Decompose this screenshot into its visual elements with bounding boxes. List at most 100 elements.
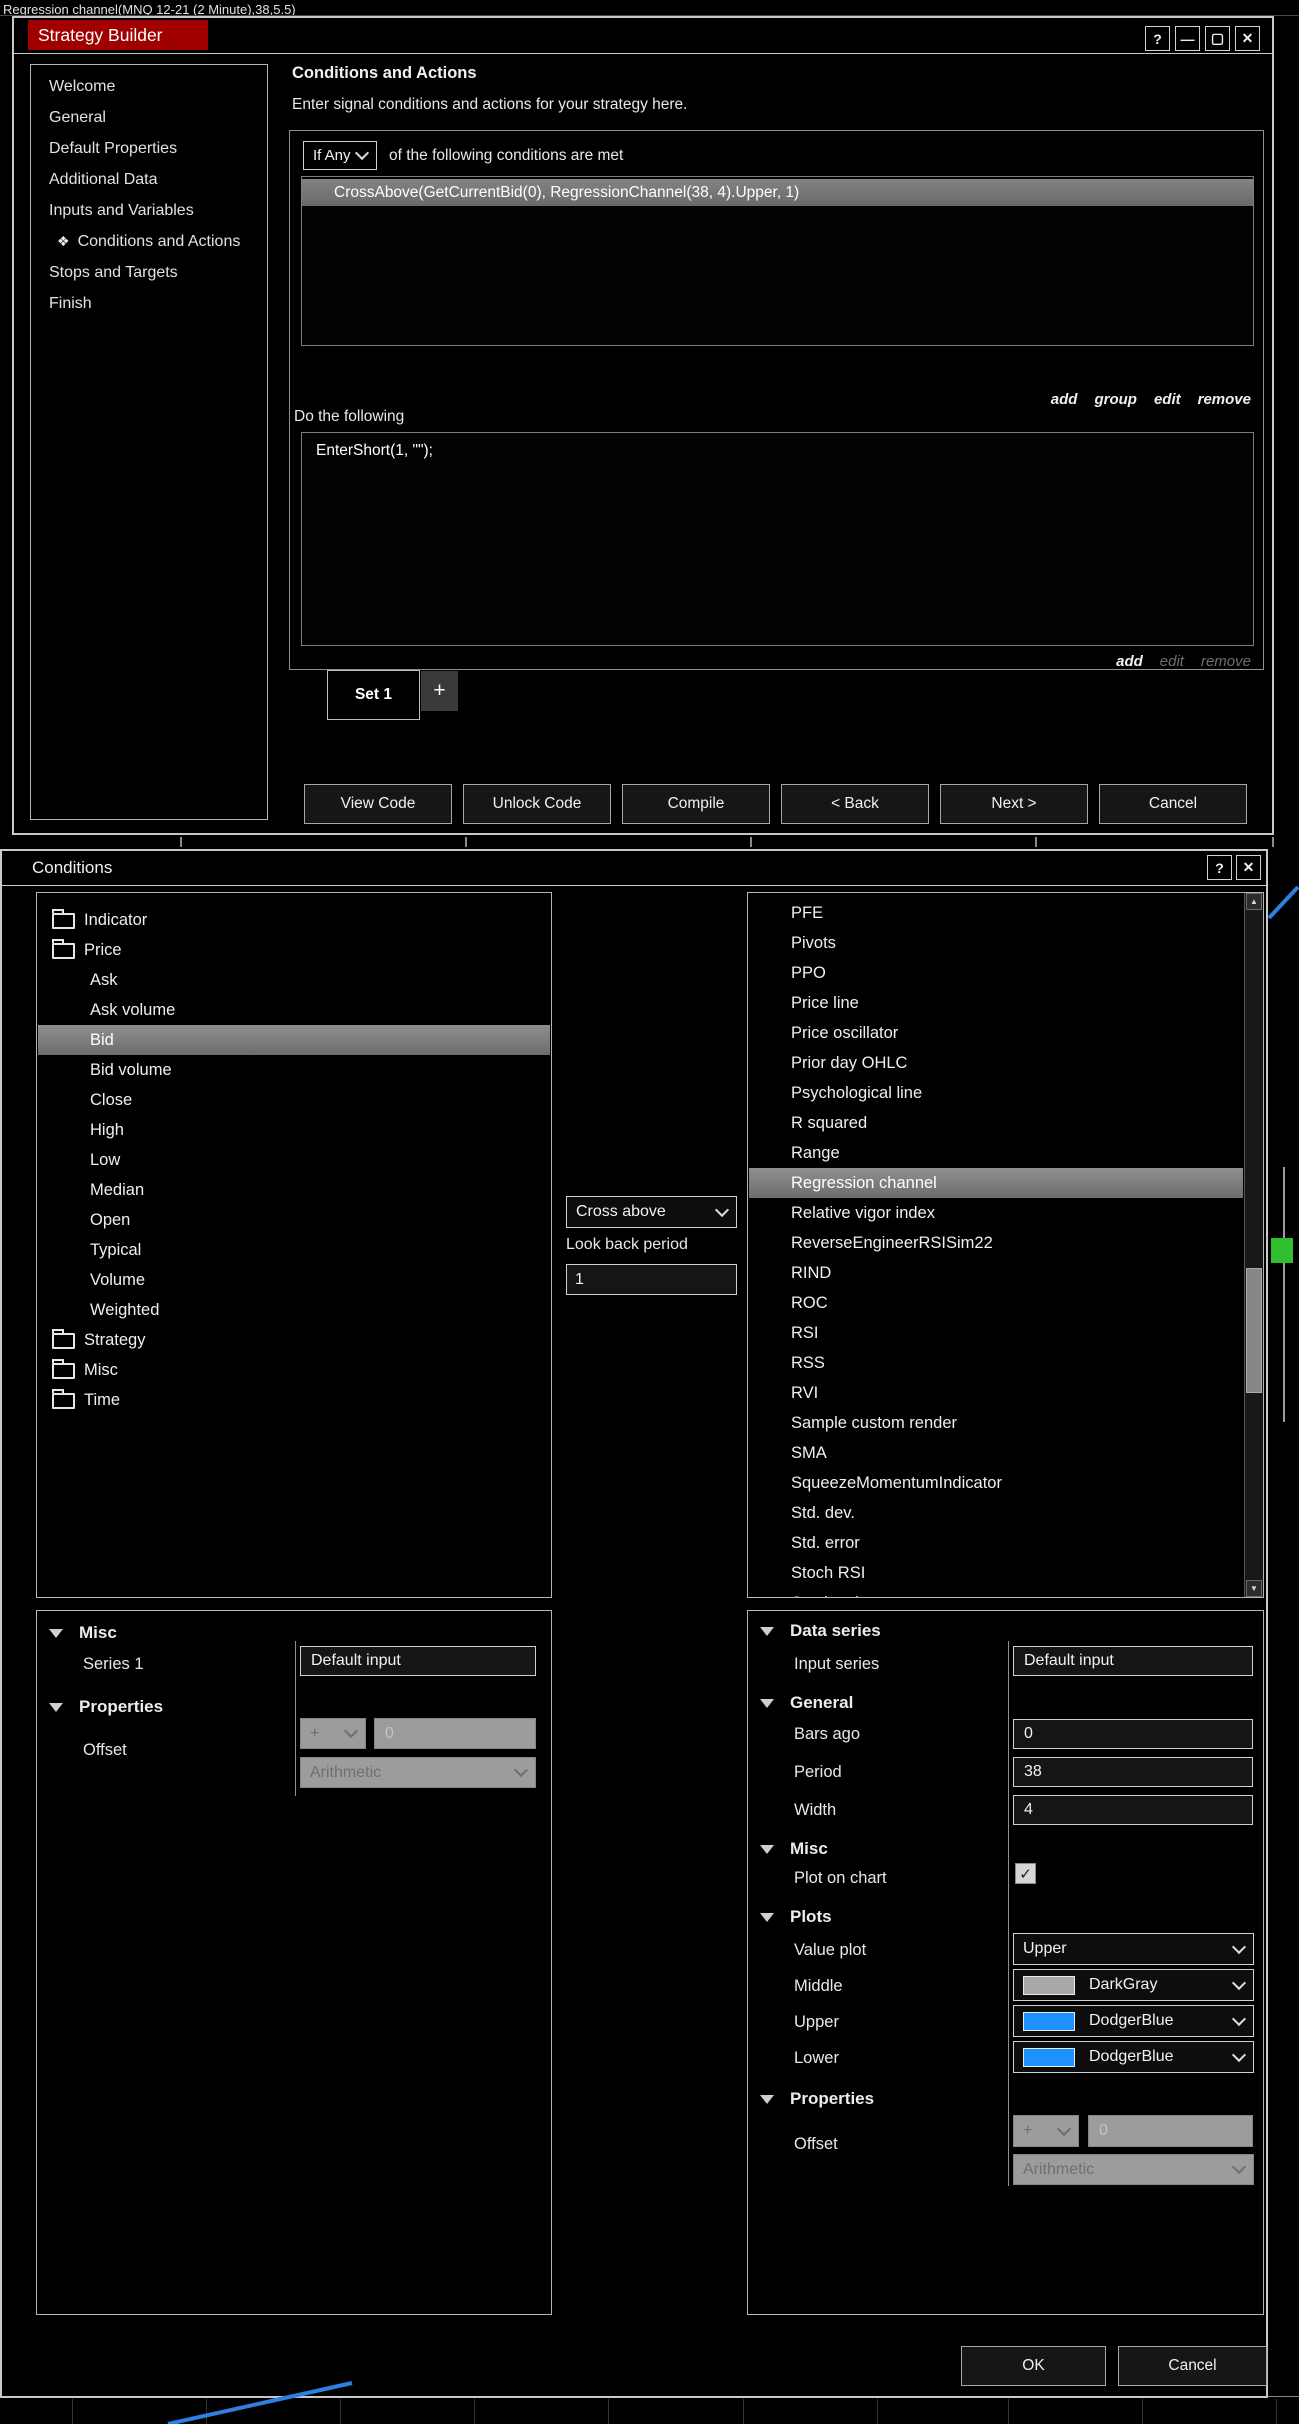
maximize-icon[interactable]: ▢ — [1205, 26, 1230, 51]
indicator-item-r-squared[interactable]: R squared — [749, 1108, 1243, 1138]
sidebar-item-stops-and-targets[interactable]: Stops and Targets — [31, 257, 267, 288]
back-button[interactable]: < Back — [781, 784, 929, 824]
view-code-button[interactable]: View Code — [304, 784, 452, 824]
sidebar-item-additional-data[interactable]: Additional Data — [31, 164, 267, 195]
period-input[interactable]: 38 — [1013, 1757, 1253, 1787]
tree-item-strategy[interactable]: Strategy — [38, 1325, 550, 1355]
value-plot-select[interactable]: Upper — [1013, 1933, 1254, 1965]
indicator-item-stoch-rsi[interactable]: Stoch RSI — [749, 1558, 1243, 1588]
indicator-item-price-line[interactable]: Price line — [749, 988, 1243, 1018]
operator-select[interactable]: Cross above — [566, 1196, 737, 1228]
compile-button[interactable]: Compile — [622, 784, 770, 824]
tree-item-bid-volume[interactable]: Bid volume — [38, 1055, 550, 1085]
tree-item-ask[interactable]: Ask — [38, 965, 550, 995]
indicator-item-price-oscillator[interactable]: Price oscillator — [749, 1018, 1243, 1048]
indicator-scrollbar[interactable]: ▲ ▼ — [1244, 893, 1263, 1597]
help-icon[interactable]: ? — [1207, 855, 1232, 880]
strategy-builder-titlebar[interactable]: Strategy Builder ? — ▢ ✕ — [14, 18, 1272, 54]
condition-row[interactable]: CrossAbove(GetCurrentBid(0), RegressionC… — [302, 179, 1253, 206]
plot-on-chart-checkbox[interactable]: ✓ — [1015, 1863, 1036, 1884]
scroll-up-icon[interactable]: ▲ — [1246, 893, 1262, 910]
series-1-input[interactable]: Default input — [300, 1646, 536, 1676]
sidebar-item-finish[interactable]: Finish — [31, 288, 267, 319]
indicator-item-rss[interactable]: RSS — [749, 1348, 1243, 1378]
sidebar-item-welcome[interactable]: Welcome — [31, 71, 267, 102]
indicator-item-rsi[interactable]: RSI — [749, 1318, 1243, 1348]
tree-item-time[interactable]: Time — [38, 1385, 550, 1415]
sidebar-item-conditions-and-actions[interactable]: ❖ Conditions and Actions — [31, 226, 267, 257]
tree-item-volume[interactable]: Volume — [38, 1265, 550, 1295]
tree-item-indicator[interactable]: Indicator — [38, 905, 550, 935]
bars-ago-input[interactable]: 0 — [1013, 1719, 1253, 1749]
condition-remove-link[interactable]: remove — [1198, 391, 1251, 408]
close-icon[interactable]: ✕ — [1236, 855, 1261, 880]
section-properties-right[interactable]: Properties — [760, 2089, 874, 2109]
add-set-tab-button[interactable]: + — [421, 671, 458, 711]
unlock-code-button[interactable]: Unlock Code — [463, 784, 611, 824]
indicator-item-psychological-line[interactable]: Psychological line — [749, 1078, 1243, 1108]
sidebar-item-general[interactable]: General — [31, 102, 267, 133]
condition-group-link[interactable]: group — [1094, 391, 1137, 408]
width-input[interactable]: 4 — [1013, 1795, 1253, 1825]
tree-item-high[interactable]: High — [38, 1115, 550, 1145]
close-icon[interactable]: ✕ — [1235, 26, 1260, 51]
section-properties[interactable]: Properties — [49, 1697, 163, 1717]
scroll-down-icon[interactable]: ▼ — [1246, 1580, 1262, 1597]
lower-color-select[interactable]: DodgerBlue — [1013, 2041, 1254, 2073]
condition-mode-select[interactable]: If Any — [303, 141, 377, 170]
help-icon[interactable]: ? — [1145, 26, 1170, 51]
tree-item-ask-volume[interactable]: Ask volume — [38, 995, 550, 1025]
tree-item-low[interactable]: Low — [38, 1145, 550, 1175]
indicator-item-stochastic[interactable]: Stochastic — [749, 1588, 1243, 1598]
cancel-button[interactable]: Cancel — [1099, 784, 1247, 824]
section-misc-right[interactable]: Misc — [760, 1839, 828, 1859]
tree-item-weighted[interactable]: Weighted — [38, 1295, 550, 1325]
indicator-item-pivots[interactable]: Pivots — [749, 928, 1243, 958]
next-button[interactable]: Next > — [940, 784, 1088, 824]
indicator-item-prior-day-ohlc[interactable]: Prior day OHLC — [749, 1048, 1243, 1078]
tree-item-price[interactable]: Price — [38, 935, 550, 965]
indicator-item-rind[interactable]: RIND — [749, 1258, 1243, 1288]
ok-button[interactable]: OK — [961, 2346, 1106, 2386]
section-data-series[interactable]: Data series — [760, 1621, 881, 1641]
section-general[interactable]: General — [760, 1693, 853, 1713]
tree-item-bid[interactable]: Bid — [38, 1025, 550, 1055]
upper-color-select[interactable]: DodgerBlue — [1013, 2005, 1254, 2037]
action-row[interactable]: EnterShort(1, ""); — [302, 433, 1253, 469]
indicator-item-squeezemomentumindicator[interactable]: SqueezeMomentumIndicator — [749, 1468, 1243, 1498]
indicator-item-pfe[interactable]: PFE — [749, 898, 1243, 928]
sidebar-item-default-properties[interactable]: Default Properties — [31, 133, 267, 164]
indicator-item-reverseengineerrsisim22[interactable]: ReverseEngineerRSISim22 — [749, 1228, 1243, 1258]
indicator-item-regression-channel[interactable]: Regression channel — [749, 1168, 1243, 1198]
condition-edit-link[interactable]: edit — [1154, 391, 1181, 408]
tree-item-median[interactable]: Median — [38, 1175, 550, 1205]
indicator-item-range[interactable]: Range — [749, 1138, 1243, 1168]
look-back-input[interactable]: 1 — [566, 1264, 737, 1295]
input-series-input[interactable]: Default input — [1013, 1646, 1253, 1676]
actions-list[interactable]: EnterShort(1, ""); — [301, 432, 1254, 646]
indicator-item-rvi[interactable]: RVI — [749, 1378, 1243, 1408]
indicator-item-sma[interactable]: SMA — [749, 1438, 1243, 1468]
indicator-item-std-error[interactable]: Std. error — [749, 1528, 1243, 1558]
sidebar-item-inputs-and-variables[interactable]: Inputs and Variables — [31, 195, 267, 226]
indicator-item-roc[interactable]: ROC — [749, 1288, 1243, 1318]
tab-set-1[interactable]: Set 1 — [327, 670, 420, 720]
conditions-list[interactable]: CrossAbove(GetCurrentBid(0), RegressionC… — [301, 176, 1254, 346]
indicator-item-relative-vigor-index[interactable]: Relative vigor index — [749, 1198, 1243, 1228]
tree-item-typical[interactable]: Typical — [38, 1235, 550, 1265]
section-misc[interactable]: Misc — [49, 1623, 117, 1643]
condition-add-link[interactable]: add — [1051, 391, 1078, 408]
conditions-dialog-titlebar[interactable]: Conditions ? ✕ — [2, 851, 1266, 886]
indicator-item-ppo[interactable]: PPO — [749, 958, 1243, 988]
indicator-item-std-dev[interactable]: Std. dev. — [749, 1498, 1243, 1528]
tree-item-close[interactable]: Close — [38, 1085, 550, 1115]
action-add-link[interactable]: add — [1116, 653, 1143, 670]
section-plots[interactable]: Plots — [760, 1907, 832, 1927]
minimize-icon[interactable]: — — [1175, 26, 1200, 51]
scrollbar-thumb[interactable] — [1246, 1268, 1262, 1393]
tree-item-open[interactable]: Open — [38, 1205, 550, 1235]
middle-color-select[interactable]: DarkGray — [1013, 1969, 1254, 2001]
tree-item-misc[interactable]: Misc — [38, 1355, 550, 1385]
cancel-button[interactable]: Cancel — [1118, 2346, 1267, 2386]
indicator-item-sample-custom-render[interactable]: Sample custom render — [749, 1408, 1243, 1438]
